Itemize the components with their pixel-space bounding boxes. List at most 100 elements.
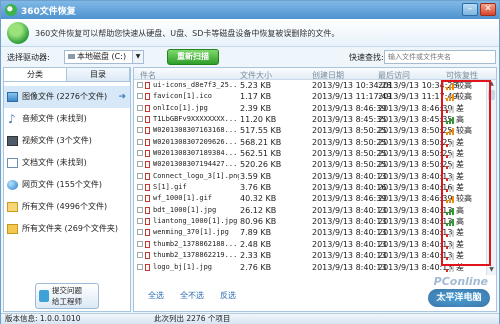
window-title: 360文件恢复 <box>21 7 76 17</box>
video-icon <box>7 136 18 146</box>
table-row[interactable]: T1LbGBFv9XXXXXXXX... 11.20 KB 2013/9/13 8:… <box>134 114 486 125</box>
cell-accessed: 2013/9/13 8:40:13 <box>378 217 453 227</box>
signal-bars-icon <box>446 241 454 249</box>
select-none-link[interactable]: 全不选 <box>180 290 204 301</box>
row-checkbox[interactable] <box>137 252 143 259</box>
row-checkbox[interactable] <box>137 184 143 191</box>
cell-name: Connect_logo_3[1].png <box>153 171 239 180</box>
row-checkbox[interactable] <box>137 138 143 145</box>
file-icon <box>145 82 150 89</box>
feedback-icon <box>39 290 49 302</box>
document-icon <box>7 158 18 168</box>
row-checkbox[interactable] <box>137 195 143 202</box>
cell-created: 2013/9/13 8:40:13 <box>312 205 387 215</box>
watermark: PConline 太平洋电脑 <box>418 273 492 311</box>
drive-select[interactable]: 本地磁盘 (C:) ▼ <box>64 50 144 64</box>
state-label: 差 <box>456 239 464 249</box>
cell-created: 2013/9/13 8:40:13 <box>312 217 387 227</box>
search-input[interactable] <box>384 50 496 64</box>
table-row[interactable]: Connect_logo_3[1].png 3.59 KB 2013/9/13 8:… <box>134 171 486 182</box>
state-label: 较高 <box>456 194 472 204</box>
table-row[interactable]: W0201308307209626... 568.21 KB 2013/9/13 8… <box>134 137 486 148</box>
table-row[interactable]: S[1].gif 3.76 KB 2013/9/13 8:40:16 2013/9/1… <box>134 182 486 193</box>
tab-directory[interactable]: 目录 <box>67 68 130 81</box>
row-checkbox[interactable] <box>137 263 143 270</box>
state-label: 差 <box>456 137 464 147</box>
signal-bars-icon <box>446 139 454 147</box>
rescan-button[interactable]: 重新扫描 <box>167 49 219 65</box>
drive-label: 选择驱动器: <box>7 53 50 62</box>
signal-bars-icon <box>446 93 454 102</box>
state-label: 差 <box>456 149 464 159</box>
table-row[interactable]: logo_bj[1].jpg 2.76 KB 2013/9/13 8:40:13 20… <box>134 262 486 273</box>
row-checkbox[interactable] <box>137 206 143 213</box>
sidebar-item-audio[interactable]: 音频文件 (未找到) <box>4 108 130 130</box>
state-label: 较高 <box>456 92 472 102</box>
minimize-button[interactable]: – <box>462 3 478 16</box>
table-row[interactable]: thumb2_1378862188... 2.48 KB 2013/9/13 8:4… <box>134 239 486 250</box>
sidebar-item-all-folders[interactable]: 所有文件夹 (269个文件夹) <box>4 218 130 240</box>
chevron-down-icon[interactable]: ▼ <box>132 51 143 63</box>
close-button[interactable]: ✕ <box>480 3 496 16</box>
scroll-up-icon[interactable]: ▲ <box>487 80 496 89</box>
signal-bars-icon <box>446 116 454 125</box>
invert-selection-link[interactable]: 反选 <box>220 290 236 301</box>
signal-bars-icon <box>446 207 454 215</box>
table-row[interactable]: bdt_1000[1].jpg 26.12 KB 2013/9/13 8:40:13… <box>134 205 486 216</box>
table-row[interactable]: W0201308307194427... 520.26 KB 2013/9/13 8… <box>134 159 486 170</box>
cell-size: 26.12 KB <box>240 205 277 215</box>
row-checkbox[interactable] <box>137 150 143 157</box>
row-checkbox[interactable] <box>137 116 143 123</box>
table-row[interactable]: wf_1000[1].gif 40.32 KB 2013/9/13 8:46:39 2… <box>134 193 486 204</box>
state-label: 高 <box>456 205 464 215</box>
drive-icon <box>68 54 75 59</box>
table-row[interactable]: thumb2_1378862219... 2.33 KB 2013/9/13 8:4… <box>134 250 486 261</box>
file-icon <box>145 150 150 158</box>
sidebar-item-images[interactable]: 图像文件 (2276个文件) ➜ <box>4 86 130 108</box>
cell-name: ui-icons_d8e7f3_25... <box>153 81 239 89</box>
vertical-scrollbar[interactable]: ▲ ▼ <box>486 80 496 275</box>
row-checkbox[interactable] <box>137 218 143 225</box>
row-checkbox[interactable] <box>137 172 143 179</box>
tab-category[interactable]: 分类 <box>4 68 67 81</box>
cell-name: wenming_370[1].jpg <box>153 228 229 237</box>
row-checkbox[interactable] <box>137 229 143 236</box>
search-label: 快速查找: <box>349 53 384 62</box>
table-row[interactable]: ui-icons_d8e7f3_25... 5.23 KB 2013/9/13 10… <box>134 80 486 91</box>
cell-created: 2013/9/13 8:40:13 <box>312 262 387 272</box>
sidebar-item-documents[interactable]: 文档文件 (未找到) <box>4 152 130 174</box>
drive-value: 本地磁盘 (C:) <box>77 52 127 61</box>
row-checkbox[interactable] <box>137 161 143 168</box>
file-icon <box>145 172 150 180</box>
row-checkbox[interactable] <box>137 82 143 88</box>
cell-name: W0201308307163168... <box>153 126 238 135</box>
file-icon <box>145 116 150 124</box>
cell-size: 1.17 KB <box>240 92 272 102</box>
table-row[interactable]: liantong_1000[1].jpg 80.96 KB 2013/9/13 8:… <box>134 216 486 227</box>
table-row[interactable]: W0201308307189384... 562.51 KB 2013/9/13 8… <box>134 148 486 159</box>
sidebar-item-web[interactable]: 网页文件 (155个文件) <box>4 174 130 196</box>
cell-created: 2013/9/13 8:40:13 <box>312 239 387 249</box>
table-row[interactable]: onlIco[1].jpg 2.39 KB 2013/9/13 8:46:39 201… <box>134 103 486 114</box>
signal-bars-icon <box>446 195 454 204</box>
row-checkbox[interactable] <box>137 93 143 100</box>
table-row[interactable]: wenming_370[1].jpg 7.89 KB 2013/9/13 8:40:… <box>134 227 486 238</box>
cell-created: 2013/9/13 8:46:39 <box>312 194 387 204</box>
table-row[interactable]: favicon[1].ico 1.17 KB 2013/9/13 11:17:49 2… <box>134 91 486 102</box>
signal-bars-icon <box>446 173 454 181</box>
select-all-link[interactable]: 全选 <box>148 290 164 301</box>
web-icon <box>7 180 18 190</box>
table-row[interactable]: W0201308307163168... 517.55 KB 2013/9/13 8… <box>134 125 486 136</box>
cell-created: 2013/9/13 8:50:25 <box>312 126 387 136</box>
cell-created: 2013/9/13 8:40:13 <box>312 228 387 238</box>
sidebar-item-label: 图像文件 (2276个文件) <box>22 92 108 101</box>
feedback-button[interactable]: 提交问题 给工程师 <box>35 283 99 309</box>
sidebar-item-video[interactable]: 视频文件 (3个文件) <box>4 130 130 152</box>
row-checkbox[interactable] <box>137 104 143 111</box>
scroll-thumb[interactable] <box>488 90 495 100</box>
row-checkbox[interactable] <box>137 127 143 134</box>
row-checkbox[interactable] <box>137 240 143 247</box>
cell-name: W0201308307189384... <box>153 149 238 158</box>
sidebar-item-all-files[interactable]: 所有文件 (4996个文件) <box>4 196 130 218</box>
state-label: 差 <box>456 251 464 261</box>
